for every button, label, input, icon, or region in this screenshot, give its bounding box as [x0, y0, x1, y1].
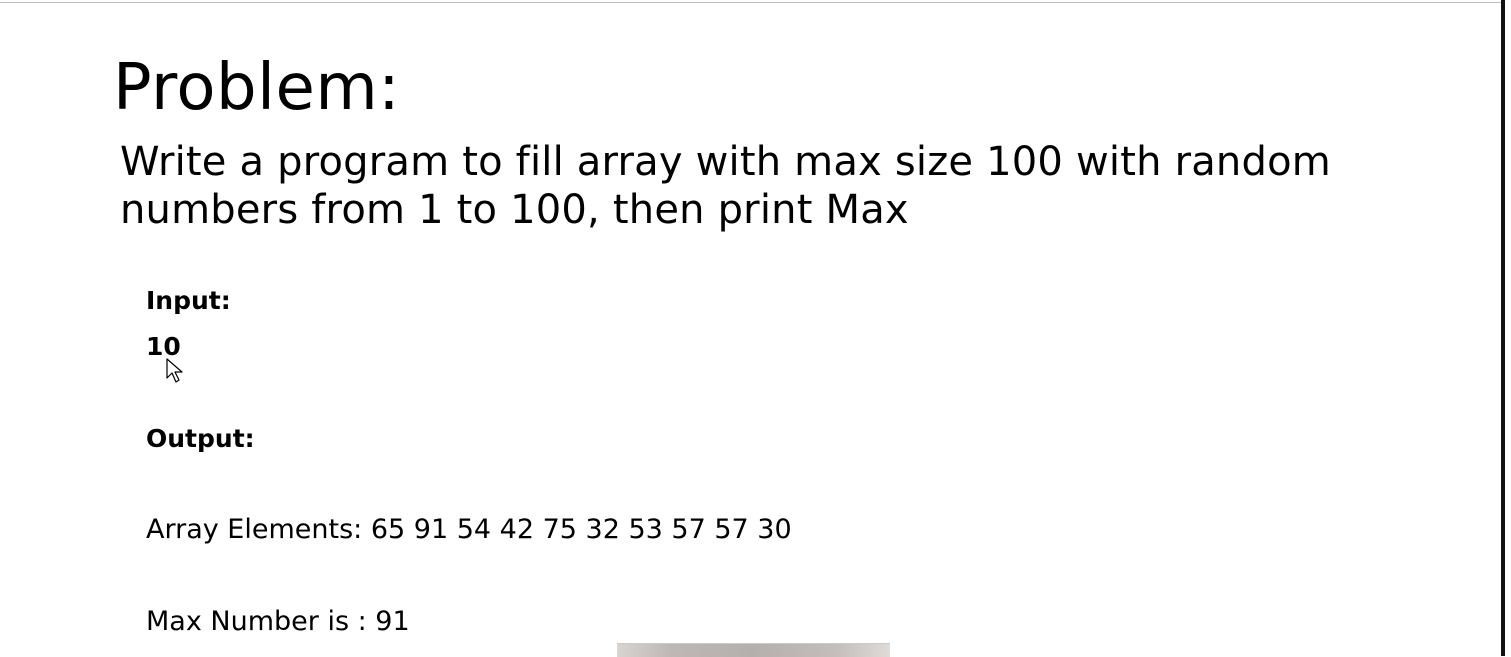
- slide-content: Problem: Write a program to fill array w…: [0, 0, 1500, 656]
- webcam-overlay: [617, 643, 890, 657]
- array-elements-text: Array Elements: 65 91 54 42 75 32 53 57 …: [146, 514, 792, 545]
- output-label: Output:: [146, 424, 255, 453]
- mouse-pointer-icon: [166, 358, 183, 383]
- problem-description: Write a program to fill array with max s…: [120, 139, 1331, 233]
- problem-title: Problem:: [113, 51, 401, 125]
- window-right-border: [1501, 0, 1505, 656]
- input-label: Input:: [146, 286, 231, 315]
- max-number-text: Max Number is : 91: [146, 606, 410, 637]
